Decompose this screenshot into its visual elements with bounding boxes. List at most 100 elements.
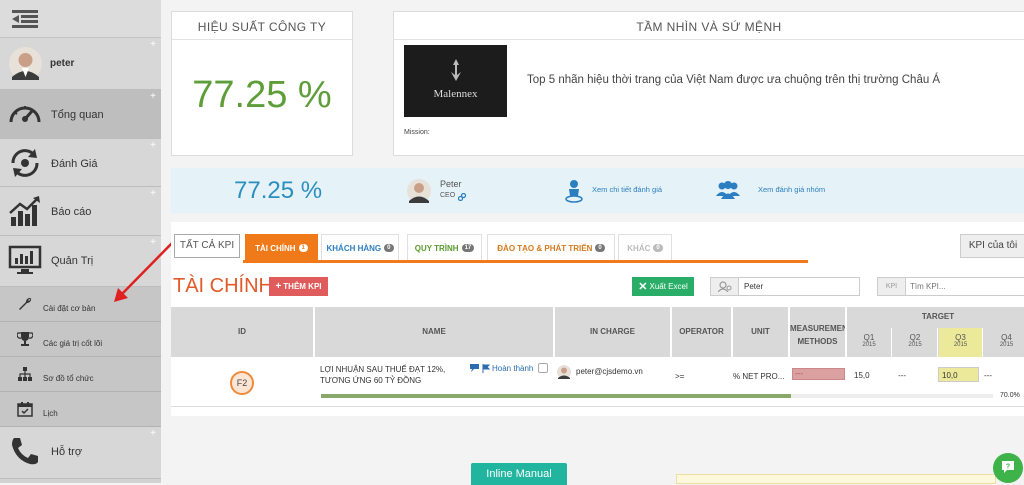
add-kpi-button[interactable]: + THÊM KPI xyxy=(269,277,328,296)
subnav-label: Cài đặt cơ bản xyxy=(43,304,96,313)
kpi-search-addon: KPI xyxy=(878,278,906,295)
mission-label: Mission: xyxy=(404,129,430,136)
nav-item-support[interactable]: + Hỗ trợ xyxy=(0,427,161,479)
export-excel-label: Xuất Excel xyxy=(649,282,688,291)
nav-label: Đánh Giá xyxy=(51,158,98,170)
target-title: TARGET xyxy=(921,312,955,321)
performance-value: 77.25 % xyxy=(192,74,332,116)
col-header-operator[interactable]: OPERATOR xyxy=(672,307,732,357)
target-q4[interactable]: --- xyxy=(984,371,992,380)
col-header-target: TARGET Q1 2015 Q2 2015 Q3 2015 Q4 2015 xyxy=(847,307,1024,357)
quarter-q3[interactable]: Q3 2015 xyxy=(939,328,983,357)
menu-collapse-icon[interactable] xyxy=(12,10,38,28)
flag-icon[interactable] xyxy=(482,364,490,373)
tab-customer[interactable]: KHÁCH HÀNG 0 xyxy=(321,234,399,261)
logo-emblem-icon xyxy=(450,59,461,81)
subnav-label: Lịch xyxy=(43,409,58,418)
excel-icon: ✕ xyxy=(638,281,648,293)
quarter-year: 2015 xyxy=(908,342,922,348)
row-checkbox[interactable] xyxy=(538,363,548,373)
user-profile[interactable]: + peter xyxy=(0,38,161,90)
phone-icon xyxy=(12,438,38,465)
expand-icon[interactable]: + xyxy=(150,39,156,50)
quarter-label: Q3 xyxy=(955,333,966,342)
col-header-in-charge[interactable]: IN CHARGE xyxy=(555,307,671,357)
person-pin-icon xyxy=(565,180,583,203)
org-chart-icon xyxy=(18,367,32,381)
add-kpi-label: THÊM KPI xyxy=(283,282,322,291)
section-title: TÀI CHÍNH xyxy=(173,275,273,297)
col-header-name[interactable]: NAME xyxy=(315,307,554,357)
tab-all-kpi[interactable]: TẤT CẢ KPI xyxy=(174,234,240,258)
progress-text: 70.0% xyxy=(1000,392,1020,399)
monitor-chart-icon xyxy=(8,245,42,274)
inline-manual-button[interactable]: Inline Manual xyxy=(471,463,567,485)
user-filter-value: Peter xyxy=(744,282,764,291)
view-detail-link[interactable]: Xem chi tiết đánh giá xyxy=(592,185,662,194)
nav-label: Hỗ trợ xyxy=(51,446,83,458)
speedometer-icon xyxy=(9,106,41,123)
svg-text:?: ? xyxy=(1006,464,1010,471)
subnav-item-core-values[interactable]: Các giá trị cốt lõi xyxy=(0,322,161,357)
subnav-item-calendar[interactable]: Lịch xyxy=(0,392,161,427)
expand-icon[interactable]: + xyxy=(150,91,156,102)
tab-training[interactable]: ĐÀO TẠO & PHÁT TRIỂN 0 xyxy=(487,234,615,261)
nav-label: Quản Trị xyxy=(51,255,94,267)
kpi-search-input[interactable] xyxy=(910,280,1020,293)
logo-text: Malennex xyxy=(433,88,478,100)
progress-fill xyxy=(321,394,792,398)
measurement-value[interactable]: --- xyxy=(792,368,845,380)
vision-text: Top 5 nhãn hiệu thời trang của Việt Nam … xyxy=(527,74,941,86)
kpi-id-badge[interactable]: F2 xyxy=(230,371,254,395)
table-row[interactable]: F2 LỢI NHUẬN SAU THUẾ ĐẠT 12%, TƯƠNG ỨNG… xyxy=(171,357,1024,407)
target-q1[interactable]: 15,0 xyxy=(854,371,870,380)
quarter-q2[interactable]: Q2 2015 xyxy=(893,328,938,357)
tab-process[interactable]: QUY TRÌNH 17 xyxy=(407,234,482,261)
target-q3[interactable]: 10,0 xyxy=(938,367,979,382)
nav-item-overview[interactable]: + Tổng quan xyxy=(0,90,161,139)
vision-card: TẦM NHÌN VÀ SỨ MỆNH Malennex Top 5 nhãn … xyxy=(393,11,1024,156)
my-kpi-button[interactable]: KPI của tôi xyxy=(960,234,1024,258)
ceo-role: CEO xyxy=(440,192,456,199)
col-header-measure[interactable]: MEASUREMENT METHODS xyxy=(790,307,846,357)
quarter-q1[interactable]: Q1 2015 xyxy=(847,328,892,357)
tab-count: 0 xyxy=(653,244,663,252)
kpi-name[interactable]: LỢI NHUẬN SAU THUẾ ĐẠT 12%, TƯƠNG ỨNG 60… xyxy=(320,364,460,386)
nav-item-reports[interactable]: + Báo cáo xyxy=(0,187,161,236)
expand-icon[interactable]: + xyxy=(150,140,156,151)
tab-count: 0 xyxy=(595,244,605,252)
tab-label: ĐÀO TẠO & PHÁT TRIỂN xyxy=(497,243,593,253)
col-header-id[interactable]: ID xyxy=(171,307,314,357)
assignee-email[interactable]: peter@cjsdemo.vn xyxy=(576,367,643,376)
quarter-label: Q1 xyxy=(863,333,875,342)
group-icon xyxy=(716,181,740,199)
view-group-link[interactable]: Xem đánh giá nhóm xyxy=(758,185,825,194)
wrench-icon xyxy=(19,297,32,310)
quarter-year: 2015 xyxy=(999,342,1014,348)
expand-icon[interactable]: + xyxy=(150,188,156,199)
summary-value: 77.25 % xyxy=(234,177,323,204)
target-q2[interactable]: --- xyxy=(898,371,906,380)
chat-button[interactable]: ? xyxy=(993,453,1023,483)
tab-finance[interactable]: TÀI CHÍNH 1 xyxy=(245,234,318,261)
tab-count: 17 xyxy=(461,244,475,252)
link-icon[interactable] xyxy=(458,193,466,201)
expand-icon[interactable]: + xyxy=(150,428,156,439)
progress-track xyxy=(321,394,993,398)
quarter-label: Q4 xyxy=(1001,333,1012,342)
export-excel-button[interactable]: ✕ Xuất Excel xyxy=(632,277,694,296)
subnav-item-org-chart[interactable]: Sơ đồ tổ chức xyxy=(0,357,161,392)
kpi-search[interactable]: KPI xyxy=(877,277,1024,296)
tab-other[interactable]: KHÁC 0 xyxy=(618,234,672,261)
performance-card: HIỆU SUẤT CÔNG TY 77.25 % xyxy=(171,11,353,156)
ceo-avatar xyxy=(407,179,431,203)
quarter-q4[interactable]: Q4 2015 xyxy=(984,328,1024,357)
user-filter-addon xyxy=(711,278,739,295)
subnav-label: Các giá trị cốt lõi xyxy=(43,339,103,348)
user-filter[interactable]: Peter xyxy=(710,277,860,296)
nav-label: Tổng quan xyxy=(51,109,104,121)
comment-icon[interactable] xyxy=(470,364,479,372)
col-header-unit[interactable]: UNIT xyxy=(733,307,789,357)
tab-count: 0 xyxy=(384,244,394,252)
nav-item-evaluation[interactable]: + Đánh Giá xyxy=(0,139,161,187)
